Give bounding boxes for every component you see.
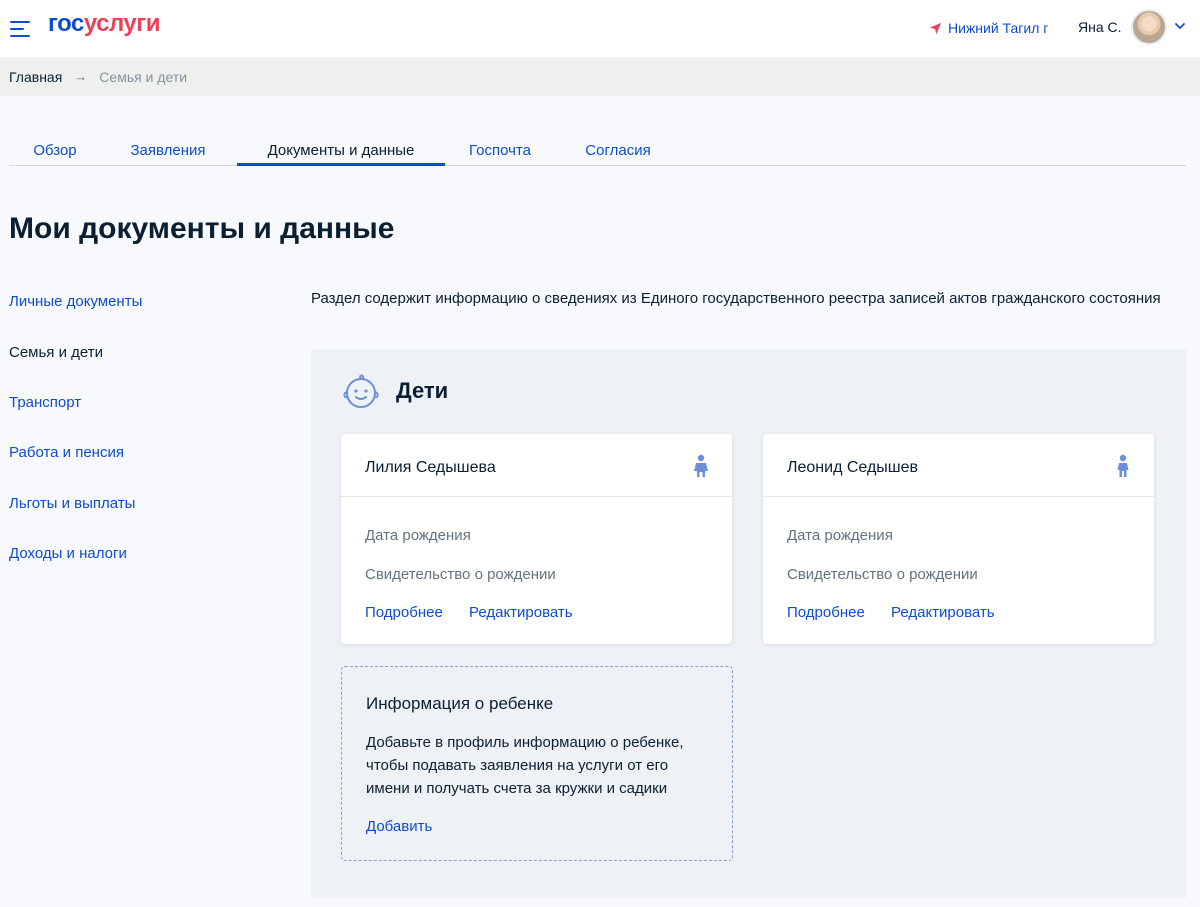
baby-face-icon [343,374,379,408]
child-details-link[interactable]: Подробнее [365,604,443,621]
logo-part-uslugi: услуги [83,10,161,37]
side-item-benefits[interactable]: Льготы и выплаты [9,495,135,512]
child-details-link[interactable]: Подробнее [787,604,865,621]
add-child-card: Информация о ребенке Добавьте в профиль … [341,666,733,861]
add-child-title: Информация о ребенке [366,694,554,713]
location-arrow-icon [929,22,942,34]
child-edit-link[interactable]: Редактировать [469,604,573,621]
child-name: Леонид Седышев [787,459,919,476]
birth-date-label: Дата рождения [787,527,893,544]
tab-gospochta[interactable]: Госпочта [459,139,541,166]
tab-bar: Обзор Заявления Документы и данные Госпо… [9,139,1186,166]
menu-icon[interactable] [10,19,30,37]
breadcrumb-current: Семья и дети [99,68,188,85]
child-card: Леонид Седышев Дата рождения Свидетельст… [763,434,1154,644]
section-description: Раздел содержит информацию о сведениях и… [311,290,1161,307]
tab-applications[interactable]: Заявления [113,139,223,166]
location-label: Нижний Тагил г [948,20,1049,36]
child-card-header: Леонид Седышев [763,434,1154,497]
child-card-header: Лилия Седышева [341,434,732,497]
user-name[interactable]: Яна С. [1078,19,1122,35]
side-item-personal-documents[interactable]: Личные документы [9,293,142,310]
tab-overview[interactable]: Обзор [9,139,101,166]
tab-consents[interactable]: Согласия [575,139,661,166]
person-icon [1117,454,1129,477]
children-section-title: Дети [396,378,449,403]
child-edit-link[interactable]: Редактировать [891,604,995,621]
breadcrumb: Главная → Семья и дети [0,57,1200,96]
birth-certificate-label: Свидетельство о рождении [787,566,978,583]
side-item-family: Семья и дети [9,344,103,361]
chevron-down-icon[interactable] [1174,20,1186,32]
gosuslugi-logo[interactable]: госуслуги [48,10,161,38]
breadcrumb-arrow-icon: → [74,69,88,84]
add-child-text: Добавьте в профиль информацию о ребенке,… [366,734,684,797]
birth-certificate-label: Свидетельство о рождении [365,566,556,583]
avatar[interactable] [1131,9,1167,45]
side-item-income-taxes[interactable]: Доходы и налоги [9,545,127,562]
birth-date-label: Дата рождения [365,527,471,544]
add-child-button[interactable]: Добавить [366,818,432,835]
side-item-transport[interactable]: Транспорт [9,394,81,411]
child-card: Лилия Седышева Дата рождения Свидетельст… [341,434,732,644]
top-header: госуслуги Нижний Тагил г Яна С. [0,0,1200,57]
tab-documents[interactable]: Документы и данные [237,139,445,166]
logo-part-gos: гос [48,10,84,37]
child-name: Лилия Седышева [365,459,496,476]
person-icon [694,454,708,477]
side-item-work-pension[interactable]: Работа и пенсия [9,444,124,461]
page-title: Мои документы и данные [9,212,395,245]
breadcrumb-home[interactable]: Главная [9,69,62,85]
location-selector[interactable]: Нижний Тагил г [929,18,1048,38]
